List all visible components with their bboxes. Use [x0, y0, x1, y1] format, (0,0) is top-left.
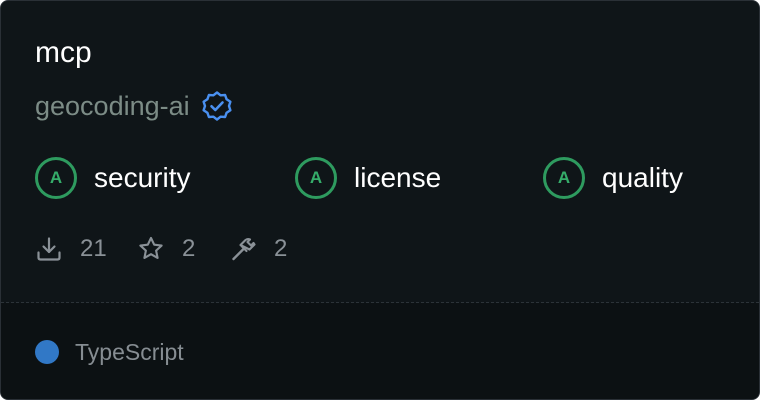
grade-badge: A: [295, 157, 337, 199]
verified-badge-icon: [201, 90, 233, 122]
grade-label: quality: [602, 162, 683, 193]
language-name: TypeScript: [75, 338, 184, 365]
download-icon: [35, 235, 63, 263]
tools-count: 2: [274, 235, 288, 262]
downloads-stat: 21: [35, 231, 107, 267]
language-color-dot: [35, 340, 59, 364]
tools-stat: 2: [229, 231, 287, 267]
grade-license[interactable]: A license: [295, 154, 441, 202]
package-name[interactable]: mcp: [35, 35, 92, 71]
author-row: geocoding-ai: [35, 88, 233, 124]
language-row: TypeScript: [35, 334, 184, 370]
star-icon: [137, 235, 165, 263]
stars-count: 2: [182, 235, 196, 262]
grade-badge: A: [543, 157, 585, 199]
stars-stat: 2: [137, 231, 195, 267]
package-author[interactable]: geocoding-ai: [35, 91, 190, 122]
grade-label: license: [354, 162, 442, 193]
grade-quality[interactable]: A quality: [543, 154, 683, 202]
hammer-icon: [229, 235, 257, 263]
grade-label: security: [94, 162, 191, 193]
grade-badge: A: [35, 157, 77, 199]
package-card[interactable]: mcp geocoding-ai A security A license A …: [0, 0, 760, 400]
grade-security[interactable]: A security: [35, 154, 190, 202]
downloads-count: 21: [80, 235, 107, 262]
